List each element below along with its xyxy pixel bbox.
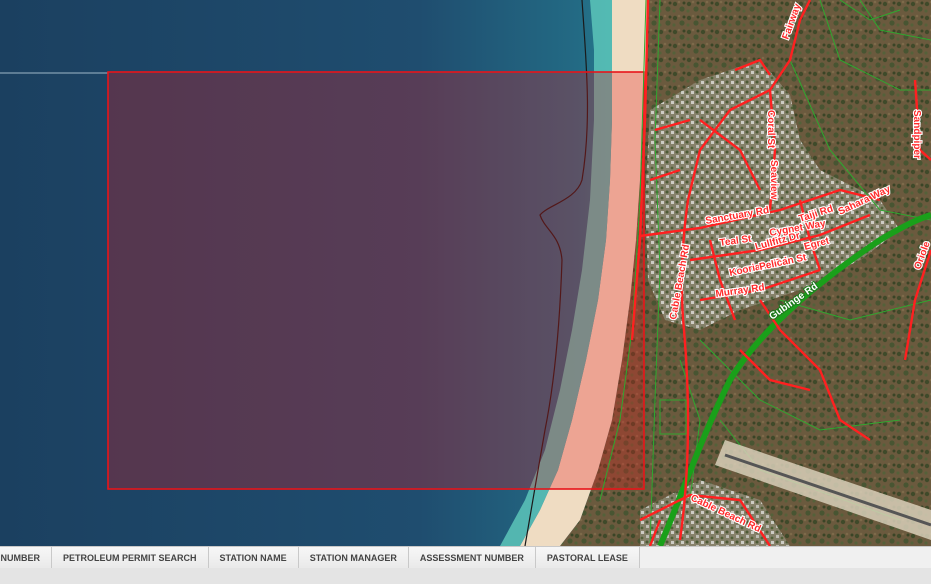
satellite-map[interactable]: Sanctuary Rd Murray Rd Kooriana Rd Cable… <box>0 0 931 546</box>
tab-nt-number[interactable]: NT NUMBER <box>0 547 52 569</box>
label-seaview: Seaview <box>768 160 779 200</box>
footer-panel <box>0 568 931 584</box>
tab-petroleum-permit-search[interactable]: PETROLEUM PERMIT SEARCH <box>52 547 209 569</box>
tab-station-manager[interactable]: STATION MANAGER <box>298 547 409 569</box>
tab-pastoral-lease[interactable]: PASTORAL LEASE <box>535 547 640 569</box>
map-view[interactable]: Sanctuary Rd Murray Rd Kooriana Rd Cable… <box>0 0 931 546</box>
selection-area[interactable] <box>107 71 645 490</box>
label-sandpiper: Sandpiper <box>911 110 922 159</box>
label-coral: Coral St <box>765 110 776 149</box>
search-tab-bar: NT NUMBER PETROLEUM PERMIT SEARCH STATIO… <box>0 546 931 569</box>
tab-station-name[interactable]: STATION NAME <box>208 547 299 569</box>
tab-assessment-number[interactable]: ASSESSMENT NUMBER <box>408 547 536 569</box>
